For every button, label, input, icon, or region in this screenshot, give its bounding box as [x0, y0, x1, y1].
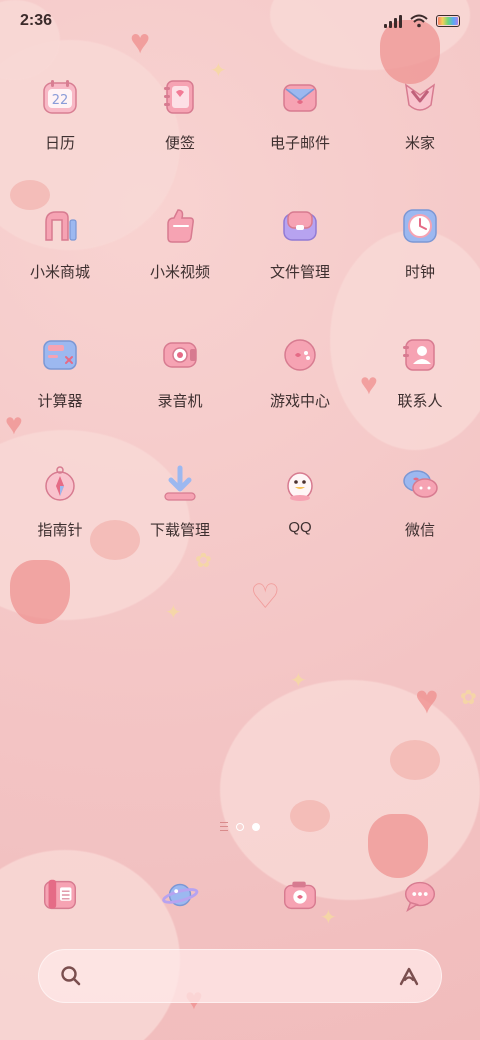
app-label: 游戏中心: [269, 393, 330, 410]
app-mi-store[interactable]: 小米商城: [0, 199, 120, 282]
app-label: QQ: [288, 519, 312, 536]
search-input[interactable]: [95, 966, 385, 986]
dock-messages[interactable]: [360, 868, 480, 922]
app-file-manager[interactable]: 文件管理: [240, 199, 360, 282]
downloads-icon: [153, 457, 207, 511]
status-time: 2:36: [20, 12, 53, 29]
heart-decoration: ♥: [415, 678, 439, 722]
camera-icon: [273, 868, 327, 922]
app-label: 微信: [404, 522, 435, 539]
mijia-icon: [393, 70, 447, 124]
svg-text:22: 22: [52, 93, 69, 108]
status-bar: 2:36: [0, 0, 480, 42]
game-center-icon: [273, 328, 327, 382]
app-label: 指南针: [37, 522, 83, 539]
star-decoration: ✦: [165, 602, 182, 624]
app-label: 日历: [44, 135, 75, 152]
strawberry-decoration: [10, 560, 70, 624]
bear-cheek: [390, 740, 440, 780]
app-calculator[interactable]: 计算器: [0, 328, 120, 411]
calculator-icon: [33, 328, 87, 382]
app-label: 便签: [164, 135, 195, 152]
status-icons: [384, 14, 460, 28]
search-bar[interactable]: [38, 949, 442, 1003]
app-qq[interactable]: QQ: [240, 457, 360, 540]
dock-camera[interactable]: [240, 868, 360, 922]
heart-decoration: ♡: [250, 578, 281, 616]
email-icon: [273, 70, 327, 124]
app-label: 电子邮件: [269, 135, 330, 152]
star-decoration: ✦: [290, 670, 307, 692]
page-dot[interactable]: [236, 822, 244, 831]
app-label: 下载管理: [149, 522, 210, 539]
app-contacts[interactable]: 联系人: [360, 328, 480, 411]
app-calendar[interactable]: 22 日历: [0, 70, 120, 153]
app-mijia[interactable]: 米家: [360, 70, 480, 153]
star-decoration: ✿: [195, 550, 212, 572]
app-recorder[interactable]: 录音机: [120, 328, 240, 411]
wechat-icon: [393, 457, 447, 511]
contacts-icon: [393, 328, 447, 382]
app-wechat[interactable]: 微信: [360, 457, 480, 540]
qq-icon: [273, 457, 327, 511]
phone-icon: [33, 868, 87, 922]
app-mi-video[interactable]: 小米视频: [120, 199, 240, 282]
battery-icon: [436, 15, 460, 27]
app-label: 时钟: [404, 264, 435, 281]
recorder-icon: [153, 328, 207, 382]
notes-icon: [153, 70, 207, 124]
browser-planet-icon: [153, 868, 207, 922]
app-grid: 22 日历 便签 电子邮件 米家 小米商城 小米视频 文件管理 时钟 计算器 录…: [0, 70, 480, 540]
mi-video-icon: [153, 199, 207, 253]
page-menu-icon: [220, 822, 228, 831]
app-label: 小米商城: [29, 264, 90, 281]
dock: [0, 868, 480, 922]
app-label: 联系人: [397, 393, 443, 410]
app-email[interactable]: 电子邮件: [240, 70, 360, 153]
app-label: 米家: [404, 135, 435, 152]
dock-browser[interactable]: [120, 868, 240, 922]
app-game-center[interactable]: 游戏中心: [240, 328, 360, 411]
wifi-icon: [410, 14, 428, 28]
mi-store-icon: [33, 199, 87, 253]
page-dot-active[interactable]: [252, 822, 260, 831]
clock-icon: [393, 199, 447, 253]
assistant-icon[interactable]: [397, 964, 421, 988]
app-label: 小米视频: [149, 264, 210, 281]
file-manager-icon: [273, 199, 327, 253]
app-label: 录音机: [157, 393, 203, 410]
messages-icon: [393, 868, 447, 922]
app-label: 文件管理: [269, 264, 330, 281]
app-compass[interactable]: 指南针: [0, 457, 120, 540]
app-notes[interactable]: 便签: [120, 70, 240, 153]
page-indicator[interactable]: [0, 822, 480, 831]
signal-icon: [384, 14, 402, 28]
compass-icon: [33, 457, 87, 511]
dock-phone[interactable]: [0, 868, 120, 922]
app-label: 计算器: [37, 393, 83, 410]
app-downloads[interactable]: 下载管理: [120, 457, 240, 540]
bear-blob: [220, 680, 480, 900]
app-clock[interactable]: 时钟: [360, 199, 480, 282]
star-decoration: ✿: [460, 687, 477, 709]
search-icon[interactable]: [59, 964, 83, 988]
calendar-icon: 22: [33, 70, 87, 124]
